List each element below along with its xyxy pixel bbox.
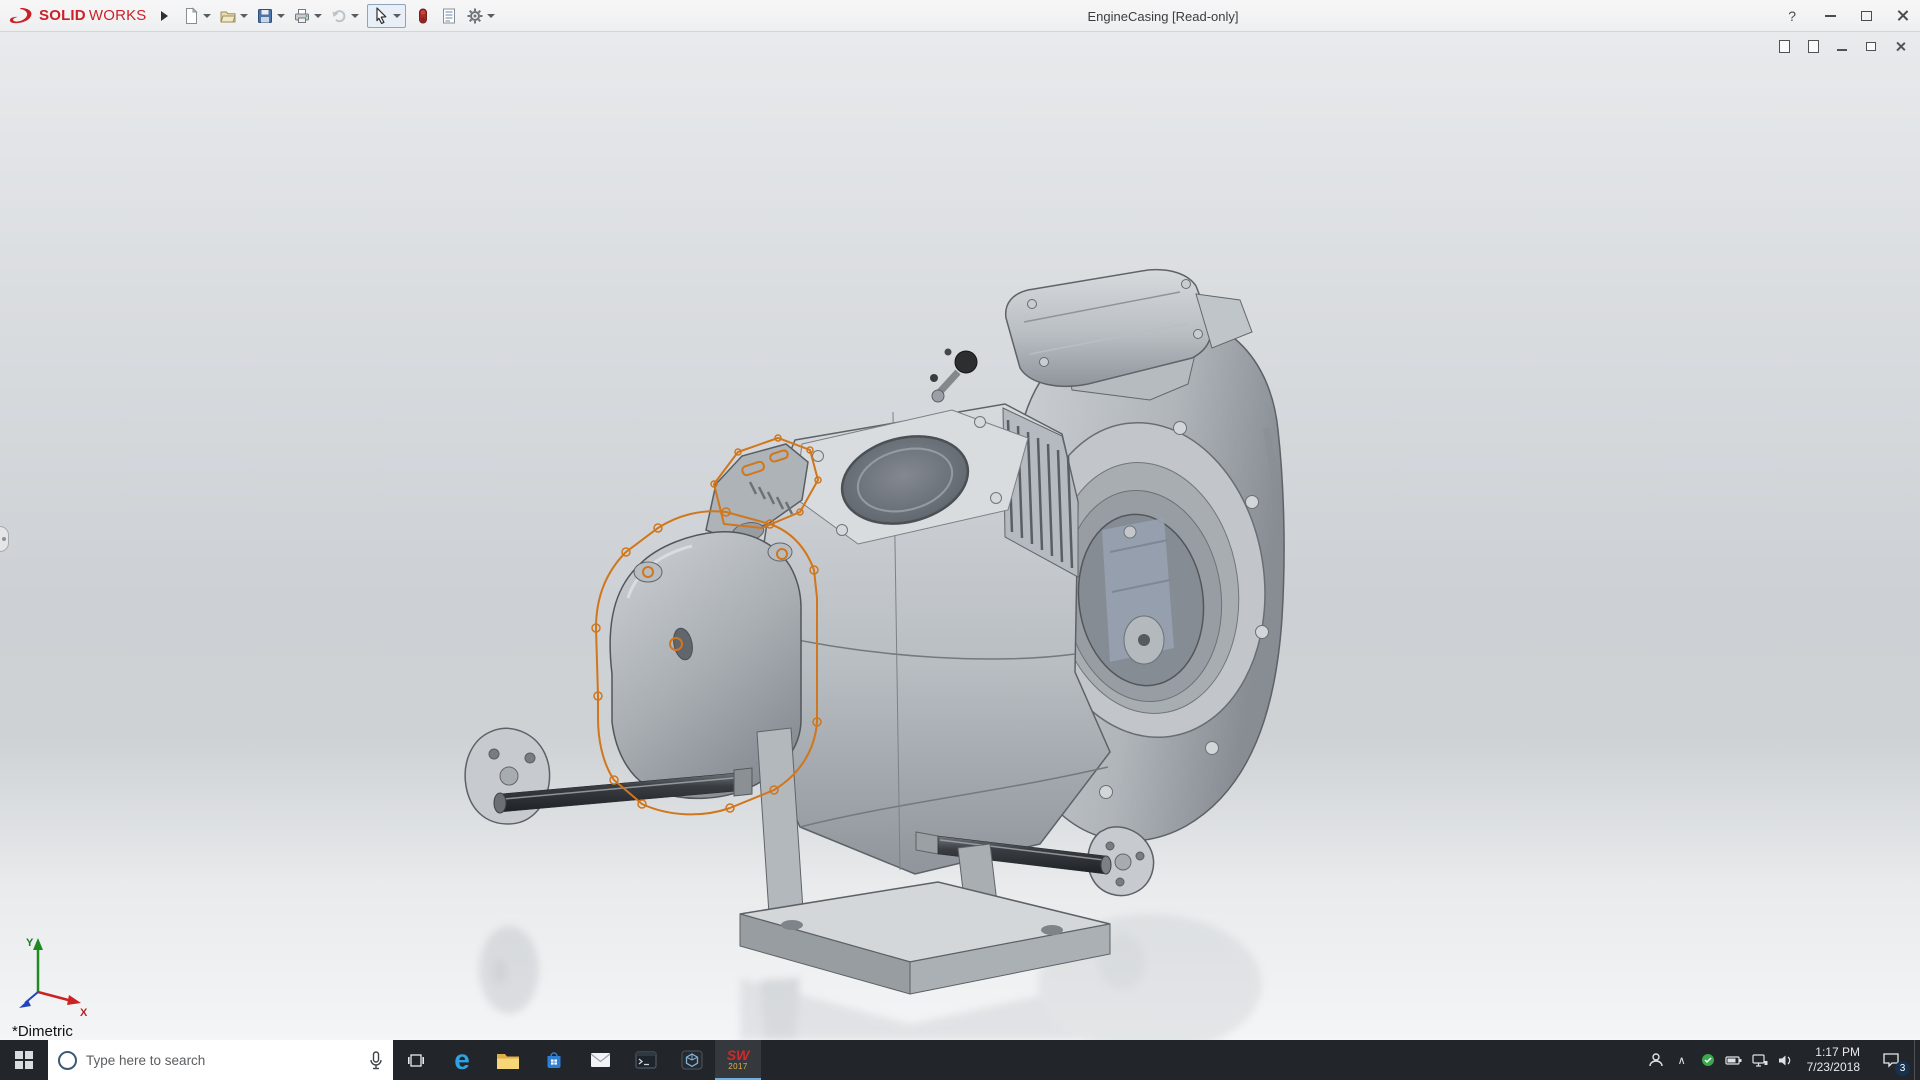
battery-icon (1725, 1056, 1742, 1065)
cad-cube-icon (681, 1050, 703, 1070)
document-title: EngineCasing [Read-only] (1087, 9, 1238, 24)
network-icon (1752, 1054, 1768, 1067)
tray-expand-button[interactable]: ∧ (1669, 1040, 1695, 1080)
console-window-icon (635, 1051, 657, 1069)
microphone-icon[interactable] (369, 1051, 383, 1070)
print-icon[interactable] (293, 7, 311, 25)
options-gear-icon[interactable] (466, 7, 484, 25)
menubar-toolbar (182, 4, 495, 28)
viewport-3d-model[interactable] (0, 32, 1920, 1040)
volume-button[interactable] (1773, 1040, 1799, 1080)
undo-icon[interactable] (330, 7, 348, 25)
search-input[interactable] (86, 1053, 360, 1068)
file-explorer-button[interactable] (485, 1040, 531, 1080)
taskbar-search[interactable] (48, 1040, 393, 1080)
close-button[interactable] (1884, 0, 1920, 31)
rebuild-icon[interactable] (414, 7, 432, 25)
action-center-button[interactable]: 3 (1868, 1040, 1914, 1080)
logo-text-light: WORKS (89, 7, 147, 24)
triad-x-label: X (80, 1007, 88, 1016)
select-dropdown-icon[interactable] (393, 14, 401, 18)
cortana-icon (58, 1051, 77, 1070)
undo-dropdown-icon[interactable] (351, 14, 359, 18)
orientation-triad: Y X (14, 932, 98, 1016)
mail-app-button[interactable] (577, 1040, 623, 1080)
system-tray: ∧ (1643, 1040, 1920, 1080)
options-dropdown-icon[interactable] (487, 14, 495, 18)
doc-close-button[interactable] (1892, 38, 1908, 54)
cad-viewer-app-button[interactable] (669, 1040, 715, 1080)
save-icon[interactable] (256, 7, 274, 25)
titlebar: SOLIDWORKS (0, 0, 1920, 32)
new-document-dropdown-icon[interactable] (203, 14, 211, 18)
network-button[interactable] (1747, 1040, 1773, 1080)
task-view-button[interactable] (393, 1040, 439, 1080)
minimize-button[interactable] (1812, 0, 1848, 31)
edge-icon: e (454, 1046, 470, 1074)
window-controls: ? (1772, 0, 1920, 31)
folder-icon (496, 1051, 520, 1070)
open-icon[interactable] (219, 7, 237, 25)
people-icon (1648, 1052, 1664, 1068)
select-cursor-icon[interactable] (372, 7, 390, 25)
taskbar-clock[interactable]: 1:17 PM 7/23/2018 (1799, 1045, 1868, 1075)
security-shield-icon (1701, 1053, 1715, 1067)
start-button[interactable] (0, 1040, 48, 1080)
document-window-controls (1776, 38, 1908, 54)
graphics-area[interactable]: Y X *Dimetric (0, 32, 1920, 1040)
doc-restore-button[interactable] (1863, 38, 1879, 54)
dassault-systemes-logo-icon (8, 6, 36, 26)
people-button[interactable] (1643, 1040, 1669, 1080)
select-tool-group[interactable] (367, 4, 406, 28)
solidworks-app-year: 2017 (728, 1062, 747, 1071)
windows-taskbar: e SW 2017 (0, 1040, 1920, 1080)
edge-app-button[interactable]: e (439, 1040, 485, 1080)
solidworks-logo: SOLIDWORKS (0, 6, 151, 26)
document-window-icon-2[interactable] (1805, 38, 1821, 54)
show-desktop-button[interactable] (1914, 1040, 1920, 1080)
document-window-icon-1[interactable] (1776, 38, 1792, 54)
maximize-button[interactable] (1848, 0, 1884, 31)
open-dropdown-icon[interactable] (240, 14, 248, 18)
clock-date: 7/23/2018 (1807, 1060, 1860, 1075)
windows-logo-icon (15, 1051, 33, 1069)
console-app-button[interactable] (623, 1040, 669, 1080)
notification-badge: 3 (1895, 1061, 1910, 1076)
solidworks-app-icon: SW (727, 1049, 750, 1061)
mail-envelope-icon (590, 1052, 611, 1068)
menu-expand-icon[interactable] (161, 11, 168, 21)
solidworks-app-button[interactable]: SW 2017 (715, 1040, 761, 1080)
security-status-button[interactable] (1695, 1040, 1721, 1080)
new-document-icon[interactable] (182, 7, 200, 25)
battery-button[interactable] (1721, 1040, 1747, 1080)
save-dropdown-icon[interactable] (277, 14, 285, 18)
clock-time: 1:17 PM (1807, 1045, 1860, 1060)
triad-y-label: Y (26, 937, 34, 949)
help-button[interactable]: ? (1772, 8, 1812, 24)
speaker-icon (1778, 1054, 1793, 1067)
store-bag-icon (544, 1050, 564, 1070)
view-orientation-label: *Dimetric (12, 1023, 73, 1040)
print-dropdown-icon[interactable] (314, 14, 322, 18)
file-properties-icon[interactable] (440, 7, 458, 25)
task-view-icon (406, 1052, 426, 1069)
store-app-button[interactable] (531, 1040, 577, 1080)
logo-text-bold: SOLID (39, 7, 86, 24)
doc-minimize-button[interactable] (1834, 38, 1850, 54)
